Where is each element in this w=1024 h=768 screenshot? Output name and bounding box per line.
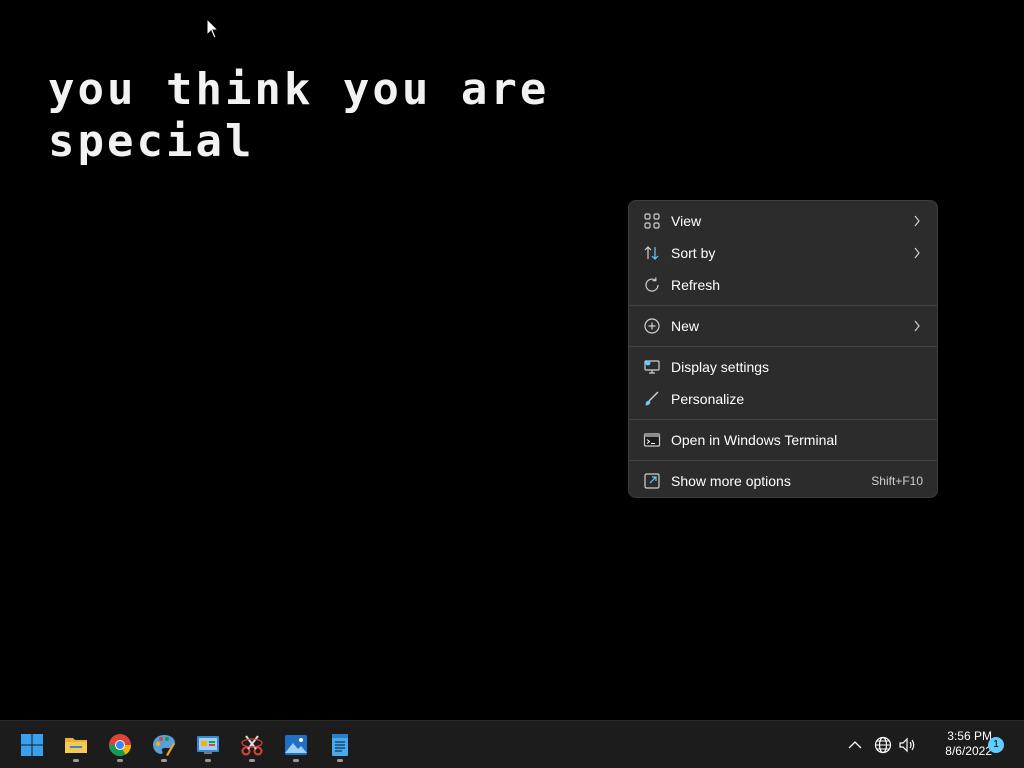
chevron-right-icon [914,215,920,227]
control-panel-icon [197,736,219,754]
clock-date: 8/6/2022 [945,744,992,758]
menu-item-label: Refresh [671,277,721,293]
taskbar-app-paint[interactable] [144,727,184,763]
taskbar: 3:56 PM 8/6/2022 1 [0,720,1024,768]
notification-badge[interactable]: 1 [988,737,1004,753]
running-indicator [73,759,79,762]
speaker-icon[interactable] [897,735,917,755]
display-icon [644,360,660,374]
menu-item-show-more-options[interactable]: Show more options Shift+F10 [633,465,933,497]
desktop-context-menu: View Sort by Refresh New Display setting… [628,200,938,498]
taskbar-app-chrome[interactable] [100,727,140,763]
taskbar-app-control-panel[interactable] [188,727,228,763]
menu-item-label: Personalize [671,391,745,407]
start-button[interactable] [12,727,52,763]
taskbar-app-file-explorer[interactable] [56,727,96,763]
menu-item-label: Sort by [671,245,716,261]
taskbar-app-notepad[interactable] [320,727,360,763]
globe-icon[interactable] [873,735,893,755]
menu-separator [629,346,937,347]
menu-item-label: View [671,213,702,229]
paint-palette-icon [153,735,175,756]
snipping-tool-icon [241,735,263,756]
more-options-icon [644,473,660,489]
chevron-up-icon[interactable] [845,735,865,755]
menu-separator [629,305,937,306]
menu-item-label: New [671,318,700,334]
menu-item-new[interactable]: New [633,310,933,342]
menu-item-open-terminal[interactable]: Open in Windows Terminal [633,424,933,456]
notepad-icon [332,734,348,756]
running-indicator [117,759,123,762]
sort-icon [644,246,659,260]
taskbar-app-snipping-tool[interactable] [232,727,272,763]
mouse-cursor-icon [206,18,220,39]
menu-item-view[interactable]: View [633,205,933,237]
chevron-right-icon [914,320,920,332]
terminal-icon [643,433,661,447]
photos-icon [285,735,307,755]
plus-circle-icon [644,318,660,334]
desktop[interactable]: you think you are special View Sort by R… [0,0,1024,720]
menu-item-display-settings[interactable]: Display settings [633,351,933,383]
menu-item-refresh[interactable]: Refresh [633,269,933,301]
taskbar-app-photos[interactable] [276,727,316,763]
menu-item-label: Show more options [671,473,791,489]
menu-item-sort-by[interactable]: Sort by [633,237,933,269]
menu-item-label: Display settings [671,359,770,375]
clock-time: 3:56 PM [947,729,992,743]
chrome-icon [109,734,131,756]
chevron-right-icon [914,247,920,259]
shortcut-label: Shift+F10 [871,474,923,488]
running-indicator [205,759,211,762]
menu-separator [629,419,937,420]
menu-item-personalize[interactable]: Personalize [633,383,933,415]
windows-start-icon [21,734,43,756]
running-indicator [337,759,343,762]
brush-icon [645,391,659,406]
refresh-icon [645,277,659,292]
clock[interactable]: 3:56 PM 8/6/2022 [922,729,992,759]
grid-view-icon [644,213,660,229]
folder-icon [65,738,87,753]
running-indicator [293,759,299,762]
running-indicator [249,759,255,762]
wallpaper-text: you think you are special [48,64,550,167]
running-indicator [161,759,167,762]
menu-item-label: Open in Windows Terminal [671,432,838,448]
menu-separator [629,460,937,461]
